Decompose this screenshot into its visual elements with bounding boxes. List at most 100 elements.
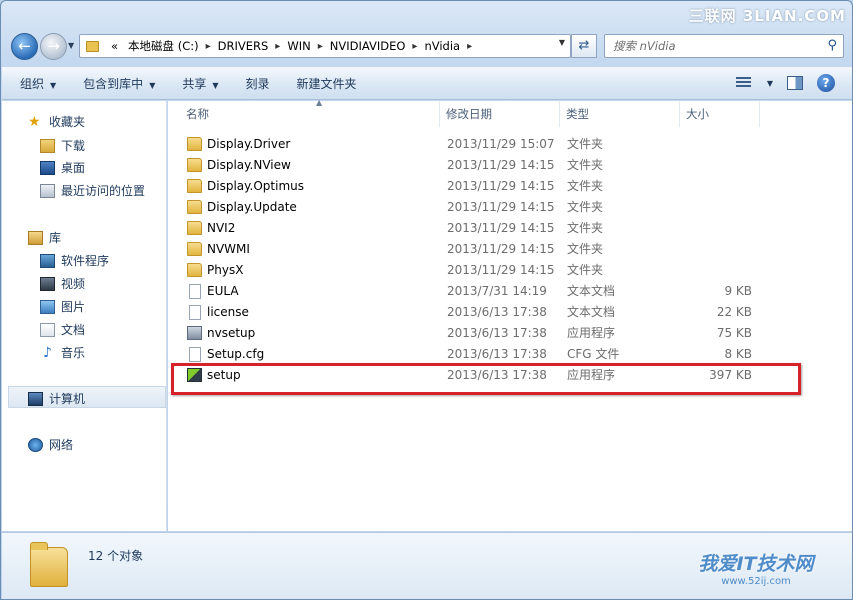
computer-icon: [28, 391, 43, 406]
navigation-pane: ★ 收藏夹 下载 桌面 最近访问的位置 库 软件程序 视频 图片 文档 ♪ 音乐 计…: [2, 101, 167, 531]
breadcrumb-separator-icon[interactable]: ▸: [273, 41, 282, 52]
nav-recent-places[interactable]: 最近访问的位置: [40, 182, 145, 199]
file-name: license: [207, 305, 249, 319]
file-row[interactable]: EULA 2013/7/31 14:19 文本文档 9 KB: [168, 281, 852, 302]
nav-videos-label: 视频: [61, 277, 86, 291]
chevron-down-icon: ▼: [212, 81, 219, 90]
watermark-url: www.52ij.com: [721, 576, 791, 587]
chevron-down-icon: ▼: [50, 81, 57, 90]
address-bar[interactable]: « 本地磁盘 (C:) ▸ DRIVERS ▸ WIN ▸ NVIDIAVIDE…: [79, 34, 571, 58]
library-icon: [28, 230, 43, 245]
software-library-icon: [40, 253, 55, 268]
nav-recent-label: 最近访问的位置: [61, 184, 146, 198]
address-dropdown-icon[interactable]: ▼: [559, 38, 565, 47]
file-row[interactable]: Display.Update 2013/11/29 14:15 文件夹: [168, 197, 852, 218]
include-in-library-button[interactable]: 包含到库中 ▼: [83, 75, 155, 92]
breadcrumb-nvidia[interactable]: nVidia: [419, 39, 465, 53]
search-input[interactable]: [605, 35, 815, 57]
file-type: 文本文档: [567, 305, 616, 319]
nav-libraries[interactable]: 库: [28, 229, 61, 246]
search-icon[interactable]: ⚲: [827, 38, 837, 53]
large-folder-icon: [30, 542, 68, 587]
nav-computer[interactable]: 计算机: [28, 390, 85, 407]
file-date: 2013/11/29 14:15: [447, 221, 555, 235]
file-row[interactable]: PhysX 2013/11/29 14:15 文件夹: [168, 260, 852, 281]
change-view-icon[interactable]: [735, 76, 753, 90]
nav-videos[interactable]: 视频: [40, 275, 85, 292]
preview-pane-icon[interactable]: [787, 76, 803, 90]
column-name-label: 名称: [186, 107, 209, 121]
file-row[interactable]: Display.Driver 2013/11/29 15:07 文件夹: [168, 134, 852, 155]
file-type: 文件夹: [567, 137, 604, 151]
chevron-down-icon: ▼: [68, 41, 75, 50]
file-row[interactable]: Display.NView 2013/11/29 14:15 文件夹: [168, 155, 852, 176]
file-row[interactable]: Display.Optimus 2013/11/29 14:15 文件夹: [168, 176, 852, 197]
breadcrumb-local-disk[interactable]: 本地磁盘 (C:): [123, 38, 204, 54]
explorer-window: 三联网 3LIAN.COM ← → ▼ « 本地磁盘 (C:) ▸ DRIVER…: [0, 0, 853, 600]
nav-desktop[interactable]: 桌面: [40, 159, 85, 176]
file-name: Display.Optimus: [207, 179, 304, 193]
arrow-right-icon: →: [47, 37, 60, 55]
breadcrumb-win[interactable]: WIN: [282, 39, 315, 53]
file-row[interactable]: NVWMI 2013/11/29 14:15 文件夹: [168, 239, 852, 260]
chevron-down-icon: ▼: [149, 81, 156, 90]
burn-button[interactable]: 刻录: [246, 75, 270, 92]
breadcrumb-separator-icon[interactable]: ▸: [410, 41, 419, 52]
file-row[interactable]: nvsetup 2013/6/13 17:38 应用程序 75 KB: [168, 323, 852, 344]
column-header-size[interactable]: 大小: [680, 101, 760, 127]
file-name: NVWMI: [207, 242, 250, 256]
breadcrumb-nvidiavideo[interactable]: NVIDIAVIDEO: [325, 39, 411, 53]
include-library-label: 包含到库中: [83, 77, 144, 91]
file-type: CFG 文件: [567, 347, 620, 361]
recent-pages-dropdown[interactable]: ▼: [68, 41, 74, 50]
column-header-date[interactable]: 修改日期: [440, 101, 560, 127]
breadcrumb-overflow[interactable]: «: [106, 39, 123, 53]
file-list: 名称 ▲ 修改日期 类型 大小 Display.Driver 2013/11/29 …: [168, 98, 852, 531]
organize-button[interactable]: 组织 ▼: [20, 75, 56, 92]
forward-button[interactable]: →: [40, 33, 67, 60]
nav-pictures[interactable]: 图片: [40, 298, 85, 315]
back-button[interactable]: ←: [11, 33, 38, 60]
breadcrumb-separator-icon[interactable]: ▸: [316, 41, 325, 52]
help-icon[interactable]: ?: [817, 74, 835, 92]
recent-places-icon: [40, 183, 55, 198]
nav-downloads-label: 下载: [61, 139, 86, 153]
file-size: [680, 134, 752, 155]
file-date: 2013/6/13 17:38: [447, 305, 547, 319]
nav-software[interactable]: 软件程序: [40, 252, 109, 269]
nav-documents[interactable]: 文档: [40, 321, 85, 338]
file-row[interactable]: Setup.cfg 2013/6/13 17:38 CFG 文件 8 KB: [168, 344, 852, 365]
folder-icon: [187, 158, 202, 172]
search-box[interactable]: ⚲: [604, 34, 844, 58]
nav-downloads[interactable]: 下载: [40, 137, 85, 154]
breadcrumb-separator-icon[interactable]: ▸: [204, 41, 213, 52]
breadcrumb-separator-icon[interactable]: ▸: [465, 41, 474, 52]
file-type: 文本文档: [567, 284, 616, 298]
file-name: EULA: [207, 284, 239, 298]
file-name: nvsetup: [207, 326, 256, 340]
file-type: 文件夹: [567, 158, 604, 172]
refresh-button[interactable]: ⇄: [571, 34, 597, 58]
nav-documents-label: 文档: [61, 323, 86, 337]
column-header-type[interactable]: 类型: [560, 101, 680, 127]
organize-label: 组织: [20, 77, 45, 91]
folder-icon: [86, 40, 99, 52]
view-options-chevron-icon[interactable]: ▼: [767, 79, 773, 88]
file-name: Display.Driver: [207, 137, 291, 151]
file-date: 2013/11/29 15:07: [447, 137, 555, 151]
folder-icon: [187, 263, 202, 277]
breadcrumb-drivers[interactable]: DRIVERS: [213, 39, 274, 53]
new-folder-button[interactable]: 新建文件夹: [297, 75, 357, 92]
text-file-icon: [189, 284, 201, 299]
text-file-icon: [189, 305, 201, 320]
item-count: 12 个对象: [88, 549, 144, 563]
column-header-name[interactable]: 名称 ▲: [180, 98, 440, 127]
nav-favorites[interactable]: ★ 收藏夹: [28, 113, 85, 130]
file-row[interactable]: license 2013/6/13 17:38 文本文档 22 KB: [168, 302, 852, 323]
file-row[interactable]: NVI2 2013/11/29 14:15 文件夹: [168, 218, 852, 239]
file-type: 文件夹: [567, 179, 604, 193]
share-button[interactable]: 共享 ▼: [182, 75, 218, 92]
nav-network[interactable]: 网络: [28, 436, 73, 453]
file-name: Setup.cfg: [207, 347, 265, 361]
nav-music[interactable]: ♪ 音乐: [40, 344, 85, 361]
